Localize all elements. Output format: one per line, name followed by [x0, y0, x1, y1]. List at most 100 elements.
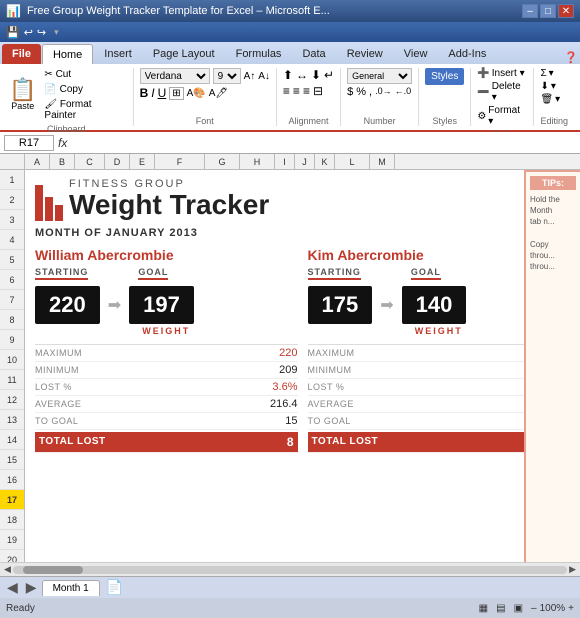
sheet-tab-next[interactable]: ▶ [23, 579, 40, 596]
page-layout-view-button[interactable]: ▤ [496, 603, 505, 614]
zoom-in-button[interactable]: + [568, 603, 574, 614]
row-2[interactable]: 2 [0, 190, 24, 210]
col-header-d[interactable]: D [105, 154, 130, 169]
paste-button[interactable]: 📋 Paste [6, 77, 39, 113]
tab-formulas[interactable]: Formulas [226, 44, 292, 64]
align-bottom-button[interactable]: ⬇ [311, 68, 321, 82]
increase-font-button[interactable]: A↑ [244, 71, 256, 82]
redo-qat-button[interactable]: ↪ [37, 26, 46, 39]
row-11[interactable]: 11 [0, 370, 24, 390]
row-12[interactable]: 12 [0, 390, 24, 410]
tab-insert[interactable]: Insert [94, 44, 142, 64]
close-button[interactable]: ✕ [558, 4, 574, 18]
col-header-h[interactable]: H [240, 154, 275, 169]
qat-dropdown[interactable]: ▾ [54, 27, 59, 38]
row-4[interactable]: 4 [0, 230, 24, 250]
tab-data[interactable]: Data [292, 44, 335, 64]
col-header-l[interactable]: L [335, 154, 370, 169]
scroll-right-button[interactable]: ▶ [567, 564, 578, 575]
merge-cells-button[interactable]: ⊟ [313, 84, 323, 98]
align-right-button[interactable]: ≡ [303, 84, 310, 98]
col-header-c[interactable]: C [75, 154, 105, 169]
col-header-a[interactable]: A [25, 154, 50, 169]
row-5[interactable]: 5 [0, 250, 24, 270]
sheet-tab-prev[interactable]: ◀ [4, 579, 21, 596]
row-20[interactable]: 20 [0, 550, 24, 562]
col-header-f[interactable]: F [155, 154, 205, 169]
increase-decimal-button[interactable]: .0→ [375, 86, 392, 98]
align-left-button[interactable]: ≡ [283, 84, 290, 98]
maximize-button[interactable]: □ [540, 4, 556, 18]
formula-input[interactable] [71, 137, 576, 149]
cell-styles-button[interactable]: Styles [425, 68, 464, 85]
row-10[interactable]: 10 [0, 350, 24, 370]
copy-button[interactable]: 📄 Copy [41, 83, 126, 96]
name-box[interactable] [4, 135, 54, 151]
tab-page-layout[interactable]: Page Layout [143, 44, 225, 64]
scroll-left-button[interactable]: ◀ [2, 564, 13, 575]
italic-button[interactable]: I [151, 86, 154, 100]
col-header-i[interactable]: I [275, 154, 295, 169]
tab-home[interactable]: Home [42, 44, 93, 64]
col-header-b[interactable]: B [50, 154, 75, 169]
undo-qat-button[interactable]: ↩ [24, 26, 33, 39]
col-header-k[interactable]: K [315, 154, 335, 169]
row-7[interactable]: 7 [0, 290, 24, 310]
scroll-thumb[interactable] [23, 566, 83, 574]
page-break-view-button[interactable]: ▣ [514, 603, 523, 614]
row-17[interactable]: 17 [0, 490, 24, 510]
col-header-g[interactable]: G [205, 154, 240, 169]
font-size-select[interactable]: 9 [213, 68, 241, 84]
sheet-tab-month1[interactable]: Month 1 [42, 580, 100, 596]
decrease-decimal-button[interactable]: ←.0 [395, 86, 412, 98]
minimize-button[interactable]: – [522, 4, 538, 18]
fill-color-button[interactable]: A🎨 [187, 88, 206, 99]
add-sheet-button[interactable]: 📄 [106, 579, 123, 596]
insert-button[interactable]: ➕Insert ▾ [477, 68, 527, 79]
row-6[interactable]: 6 [0, 270, 24, 290]
bold-button[interactable]: B [140, 86, 149, 100]
row-18[interactable]: 18 [0, 510, 24, 530]
row-13[interactable]: 13 [0, 410, 24, 430]
row-3[interactable]: 3 [0, 210, 24, 230]
fill-button[interactable]: ⬇ ▾ [540, 81, 560, 92]
font-name-select[interactable]: Verdana [140, 68, 210, 84]
format-painter-button[interactable]: 🖌 Format Painter [41, 98, 126, 122]
row-15[interactable]: 15 [0, 450, 24, 470]
align-middle-button[interactable]: ↔ [296, 68, 308, 82]
save-qat-button[interactable]: 💾 [6, 26, 20, 39]
autosum-button[interactable]: Σ ▾ [540, 68, 560, 79]
delete-button[interactable]: ➖Delete ▾ [477, 81, 527, 103]
number-format-select[interactable]: General [347, 68, 412, 84]
percent-button[interactable]: % [356, 86, 366, 98]
tab-review[interactable]: Review [337, 44, 393, 64]
tab-addins[interactable]: Add-Ins [438, 44, 496, 64]
border-button[interactable]: ⊞ [169, 87, 183, 100]
col-header-j[interactable]: J [295, 154, 315, 169]
normal-view-button[interactable]: ▦ [479, 603, 488, 614]
align-top-button[interactable]: ⬆ [283, 68, 293, 82]
format-button[interactable]: ⚙Format ▾ [477, 105, 527, 127]
tab-file[interactable]: File [2, 44, 41, 64]
row-8[interactable]: 8 [0, 310, 24, 330]
col-header-m[interactable]: M [370, 154, 395, 169]
row-19[interactable]: 19 [0, 530, 24, 550]
zoom-out-button[interactable]: – [531, 603, 537, 614]
row-1[interactable]: 1 [0, 170, 24, 190]
cut-button[interactable]: ✂ Cut [41, 68, 126, 81]
wrap-text-button[interactable]: ↵ [324, 68, 334, 82]
currency-button[interactable]: $ [347, 86, 353, 98]
help-button[interactable]: ❓ [564, 51, 578, 64]
decrease-font-button[interactable]: A↓ [258, 71, 270, 82]
row-16[interactable]: 16 [0, 470, 24, 490]
clear-button[interactable]: 🗑 ▾ [540, 94, 560, 105]
font-color-button[interactable]: A🖊 [209, 88, 228, 99]
row-14[interactable]: 14 [0, 430, 24, 450]
align-center-button[interactable]: ≡ [293, 84, 300, 98]
scroll-track[interactable] [13, 566, 567, 574]
tab-view[interactable]: View [394, 44, 438, 64]
col-header-e[interactable]: E [130, 154, 155, 169]
row-9[interactable]: 9 [0, 330, 24, 350]
underline-button[interactable]: U [158, 86, 167, 100]
comma-button[interactable]: , [369, 86, 372, 98]
